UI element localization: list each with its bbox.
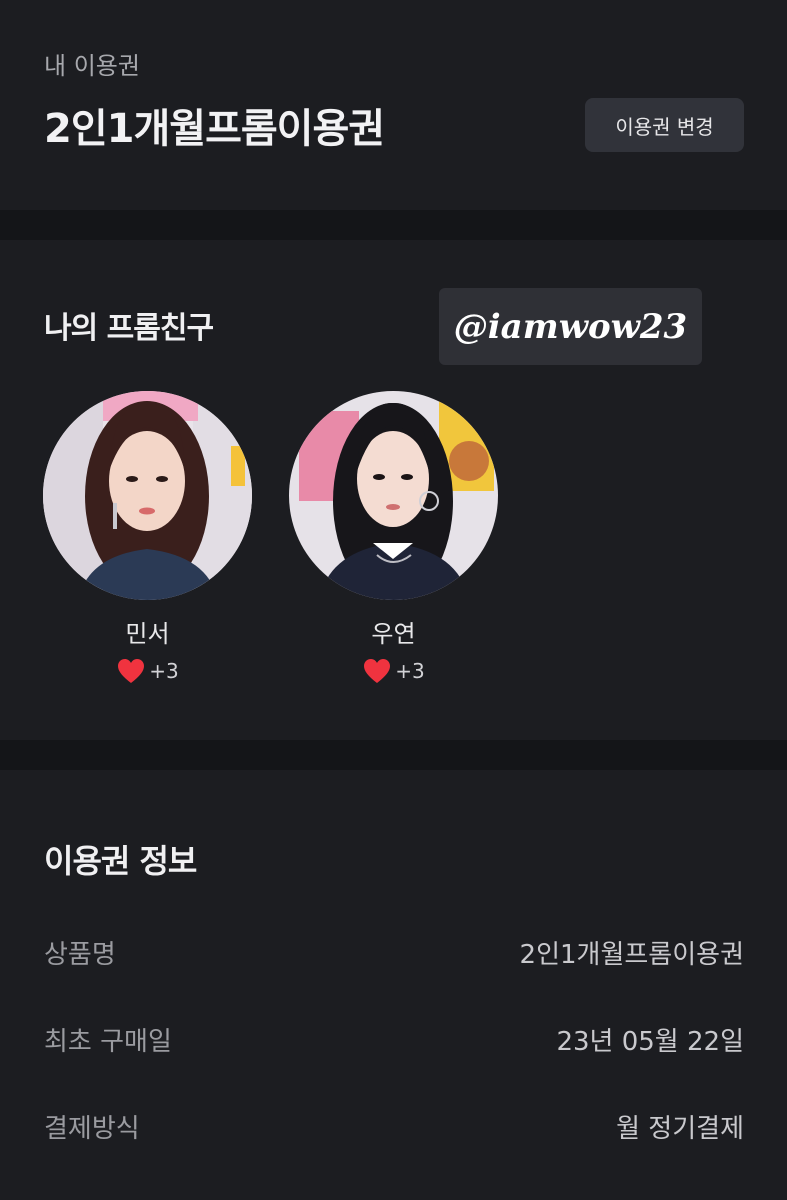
info-value: 월 정기결제 xyxy=(616,1114,744,1144)
change-plan-button[interactable]: 이용권 변경 xyxy=(585,98,744,152)
plan-section: 내 이용권 2인1개월프롬이용권 이용권 변경 xyxy=(0,0,787,210)
friend-likes: +3 xyxy=(43,657,252,685)
likes-count: +3 xyxy=(395,659,425,683)
avatar[interactable] xyxy=(43,391,252,600)
friend-likes: +3 xyxy=(289,657,498,685)
plan-info-section: 이용권 정보 상품명 2인1개월프롬이용권 최초 구매일 23년 05월 22일… xyxy=(0,770,787,1200)
info-key: 상품명 xyxy=(44,940,116,970)
likes-count: +3 xyxy=(149,659,179,683)
plan-label: 내 이용권 xyxy=(44,52,140,80)
info-key: 결제방식 xyxy=(44,1114,140,1144)
friend-name: 민서 xyxy=(125,620,170,648)
info-title: 이용권 정보 xyxy=(44,842,197,880)
friend-item[interactable]: 민서 +3 xyxy=(43,391,252,685)
friends-section: 나의 프롬친구 @iamwow23 민서 +3 우연 +3 xyxy=(0,240,787,740)
friend-name: 우연 xyxy=(371,620,416,648)
info-row-purchase-date: 최초 구매일 23년 05월 22일 xyxy=(44,1021,744,1058)
friends-title: 나의 프롬친구 xyxy=(44,311,214,346)
watermark-label: @iamwow23 xyxy=(439,288,702,365)
info-key: 최초 구매일 xyxy=(44,1027,172,1057)
info-row-payment-method: 결제방식 월 정기결제 xyxy=(44,1108,744,1145)
section-divider xyxy=(0,740,787,770)
section-divider xyxy=(0,210,787,240)
info-value: 23년 05월 22일 xyxy=(556,1027,744,1057)
plan-title: 2인1개월프롬이용권 xyxy=(44,106,385,152)
heart-icon xyxy=(116,657,146,685)
info-row-product: 상품명 2인1개월프롬이용권 xyxy=(44,934,744,971)
info-value: 2인1개월프롬이용권 xyxy=(519,940,744,970)
avatar[interactable] xyxy=(289,391,498,600)
heart-icon xyxy=(362,657,392,685)
friend-item[interactable]: 우연 +3 xyxy=(289,391,498,685)
